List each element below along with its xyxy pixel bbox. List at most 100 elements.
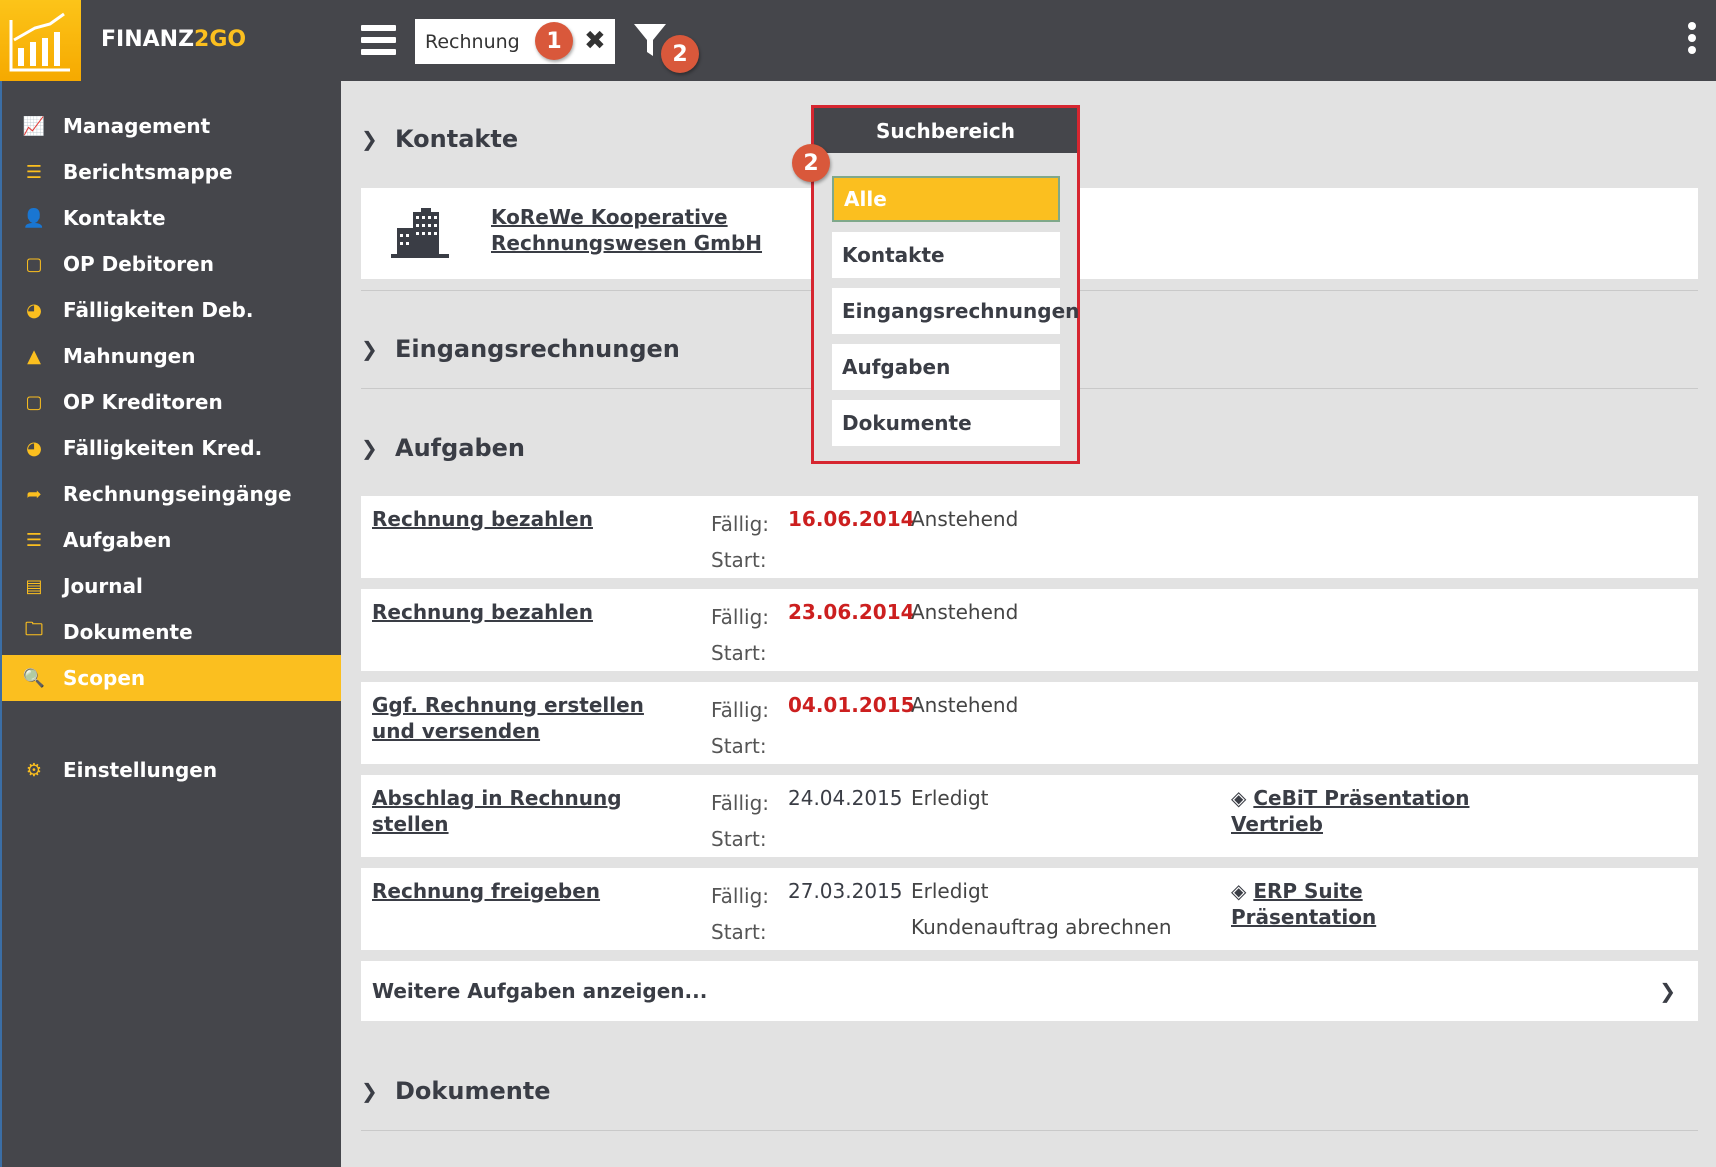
task-status: Erledigt xyxy=(911,879,989,903)
task-status: Anstehend xyxy=(911,693,1019,717)
sidebar-item-label: OP Debitoren xyxy=(63,252,214,276)
task-title-link[interactable]: Rechnung bezahlen xyxy=(372,600,593,624)
user-icon: 👤 xyxy=(22,207,46,229)
start-label: Start: xyxy=(711,734,767,758)
sidebar-item-label: Journal xyxy=(63,574,143,598)
sidebar-item-label: Fälligkeiten Kred. xyxy=(63,436,263,460)
chevron-down-icon: ❯ xyxy=(361,127,378,151)
due-label: Fällig: xyxy=(711,884,770,908)
sidebar-item-label: Mahnungen xyxy=(63,344,196,368)
sidebar-item-op-debitoren[interactable]: ▢ OP Debitoren xyxy=(2,241,341,287)
more-options-icon[interactable] xyxy=(1688,22,1698,58)
related-link[interactable]: CeBiT Präsentation Vertrieb xyxy=(1231,786,1469,836)
share-icon: ➦ xyxy=(26,483,42,505)
start-label: Start: xyxy=(711,548,767,572)
start-label: Start: xyxy=(711,920,767,944)
task-reference: Kundenauftrag abrechnen xyxy=(911,915,1172,939)
due-date: 24.04.2015 xyxy=(788,786,903,810)
clear-search-icon[interactable]: ✖ xyxy=(584,26,606,56)
sidebar-item-aufgaben[interactable]: ☰ Aufgaben xyxy=(2,517,341,563)
task-row: Rechnung bezahlen Fällig: Start: 16.06.20… xyxy=(361,496,1698,578)
scope-option-aufgaben[interactable]: Aufgaben xyxy=(832,344,1060,390)
contact-link[interactable]: KoReWe Kooperative Rechnungswesen GmbH xyxy=(491,205,762,255)
sidebar-item-label: Einstellungen xyxy=(63,758,218,782)
sidebar-item-rechnungseingänge[interactable]: ➦ Rechnungseingänge xyxy=(2,471,341,517)
journal-icon: ▤ xyxy=(25,575,43,597)
due-date: 23.06.2014 xyxy=(788,600,915,624)
sidebar-item-mahnungen[interactable]: ▲ Mahnungen xyxy=(2,333,341,379)
tasks-icon: ☰ xyxy=(25,529,43,551)
due-label: Fällig: xyxy=(711,605,770,629)
chart-line-icon: 📈 xyxy=(22,115,46,137)
section-aufgaben[interactable]: ❯ Aufgaben xyxy=(361,434,525,462)
due-label: Fällig: xyxy=(711,512,770,536)
brand-name: FINANZ2GO xyxy=(101,27,247,52)
list-icon: ☰ xyxy=(25,161,43,183)
scope-option-kontakte[interactable]: Kontakte xyxy=(832,232,1060,278)
sidebar-item-label: Rechnungseingänge xyxy=(63,482,292,506)
chevron-right-icon: ❯ xyxy=(361,337,378,361)
chart-logo-icon xyxy=(9,12,70,72)
task-title-link[interactable]: Rechnung bezahlen xyxy=(372,507,593,531)
folder-icon: 🗀 xyxy=(25,619,43,640)
logo[interactable] xyxy=(0,0,81,81)
top-bar: FINANZ2GO 1 ✖ 2 xyxy=(0,0,1716,81)
sidebar-item-scopen[interactable]: 🔍 Scopen xyxy=(2,655,341,701)
sidebar-item-label: Dokumente xyxy=(63,620,193,644)
more-tasks-button[interactable]: Weitere Aufgaben anzeigen... ❯ xyxy=(361,961,1698,1021)
square-icon: ▢ xyxy=(25,391,43,413)
building-icon xyxy=(391,208,449,258)
sidebar-item-einstellungen[interactable]: ⚙ Einstellungen xyxy=(2,747,341,793)
callout-badge-1: 1 xyxy=(535,22,573,60)
task-title-link[interactable]: Abschlag in Rechnung stellen xyxy=(372,786,622,836)
dropdown-title: Suchbereich xyxy=(814,108,1077,153)
sidebar-item-label: Kontakte xyxy=(63,206,166,230)
sidebar-item-dokumente[interactable]: 🗀 Dokumente xyxy=(2,609,341,655)
search-icon: 🔍 xyxy=(22,667,46,689)
due-label: Fällig: xyxy=(711,791,770,815)
scope-option-eingangsrechnungen[interactable]: Eingangsrechnungen xyxy=(832,288,1079,334)
scope-option-dokumente[interactable]: Dokumente xyxy=(832,400,1060,446)
due-label: Fällig: xyxy=(711,698,770,722)
task-row: Abschlag in Rechnung stellen Fällig: Star… xyxy=(361,775,1698,857)
gear-icon: ⚙ xyxy=(25,759,43,781)
tag-icon: ◈ xyxy=(1231,879,1254,903)
related-link[interactable]: ERP Suite Präsentation xyxy=(1231,879,1376,929)
hamburger-menu-icon[interactable] xyxy=(361,25,396,55)
search-input[interactable] xyxy=(425,30,535,53)
sidebar-item-fälligkeiten-deb-[interactable]: ◕ Fälligkeiten Deb. xyxy=(2,287,341,333)
task-row: Rechnung freigeben Fällig: Start: 27.03.2… xyxy=(361,868,1698,950)
sidebar-item-op-kreditoren[interactable]: ▢ OP Kreditoren xyxy=(2,379,341,425)
square-icon: ▢ xyxy=(25,253,43,275)
start-label: Start: xyxy=(711,827,767,851)
sidebar-item-fälligkeiten-kred-[interactable]: ◕ Fälligkeiten Kred. xyxy=(2,425,341,471)
sidebar-item-label: Aufgaben xyxy=(63,528,172,552)
sidebar-item-kontakte[interactable]: 👤 Kontakte xyxy=(2,195,341,241)
task-title-link[interactable]: Rechnung freigeben xyxy=(372,879,600,903)
sidebar-item-management[interactable]: 📈 Management xyxy=(2,103,341,149)
section-kontakte[interactable]: ❯ Kontakte xyxy=(361,125,518,153)
sidebar-item-label: Berichtsmappe xyxy=(63,160,233,184)
sidebar-item-label: Management xyxy=(63,114,211,138)
task-status: Erledigt xyxy=(911,786,989,810)
chevron-right-icon: ❯ xyxy=(361,1079,378,1103)
sidebar-item-journal[interactable]: ▤ Journal xyxy=(2,563,341,609)
start-label: Start: xyxy=(711,641,767,665)
sidebar-item-label: Fälligkeiten Deb. xyxy=(63,298,254,322)
task-title-link[interactable]: Ggf. Rechnung erstellen und versenden xyxy=(372,693,644,743)
sidebar: 📈 Management ☰ Berichtsmappe 👤 Kontakte ▢ OP De… xyxy=(0,81,341,1167)
due-date: 16.06.2014 xyxy=(788,507,915,531)
task-row: Rechnung bezahlen Fällig: Start: 23.06.20… xyxy=(361,589,1698,671)
chevron-right-icon: ❯ xyxy=(1659,979,1676,1003)
divider xyxy=(361,1130,1698,1131)
sidebar-item-berichtsmappe[interactable]: ☰ Berichtsmappe xyxy=(2,149,341,195)
dashboard-icon: ◕ xyxy=(26,437,42,459)
section-eingangsrechnungen[interactable]: ❯ Eingangsrechnungen xyxy=(361,335,680,363)
scope-option-alle[interactable]: Alle xyxy=(832,176,1060,222)
dashboard-icon: ◕ xyxy=(26,299,42,321)
callout-badge-2: 2 xyxy=(661,35,699,73)
section-dokumente[interactable]: ❯ Dokumente xyxy=(361,1077,551,1105)
chevron-down-icon: ❯ xyxy=(361,436,378,460)
task-status: Anstehend xyxy=(911,600,1019,624)
tag-icon: ◈ xyxy=(1231,786,1254,810)
